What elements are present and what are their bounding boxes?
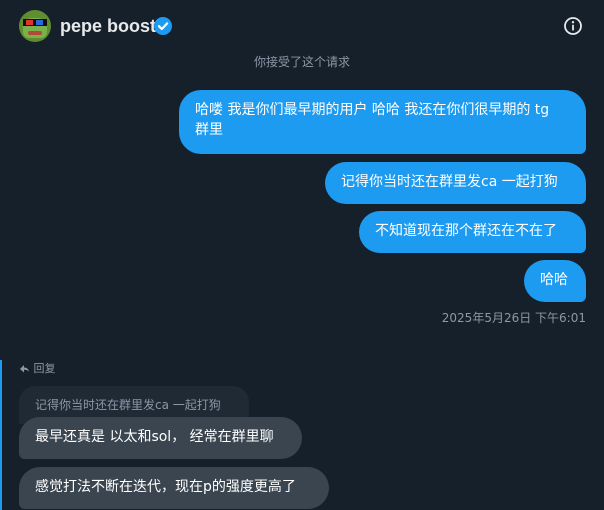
avatar-mouth [28,31,42,35]
system-message: 你接受了这个请求 [253,55,350,69]
reply-label: 回复 [19,360,56,376]
incoming-message[interactable]: 感觉打法不断在迭代，现在p的强度更高了 [19,467,329,509]
info-icon[interactable] [563,16,583,36]
outgoing-message[interactable]: 哈哈 [524,260,586,302]
avatar-lens-left [26,20,33,25]
avatar-lens-right [36,20,43,25]
outgoing-message[interactable]: 记得你当时还在群里发ca 一起打狗 [325,162,586,204]
reply-indicator-bar [0,360,2,510]
conversation-header: pepe boost [0,0,604,54]
message-line: 哈喽 我是你们最早期的用户 哈哈 我还在你们很早期的 tg [195,102,550,118]
outgoing-message[interactable]: 哈喽 我是你们最早期的用户 哈哈 我还在你们很早期的 tg 群里 [179,90,586,154]
outgoing-message[interactable]: 不知道现在那个群还在不在了 [359,211,586,253]
conversation-title[interactable]: pepe boost [60,15,156,37]
message-line: 群里 [195,122,223,138]
verified-badge-icon [154,17,172,35]
avatar[interactable] [19,10,51,42]
incoming-message[interactable]: 最早还真是 以太和sol， 经常在群里聊 [19,417,302,459]
reply-label-text: 回复 [33,362,56,375]
message-timestamp: 2025年5月26日 下午6:01 [441,311,586,325]
reply-arrow-icon [20,365,29,373]
